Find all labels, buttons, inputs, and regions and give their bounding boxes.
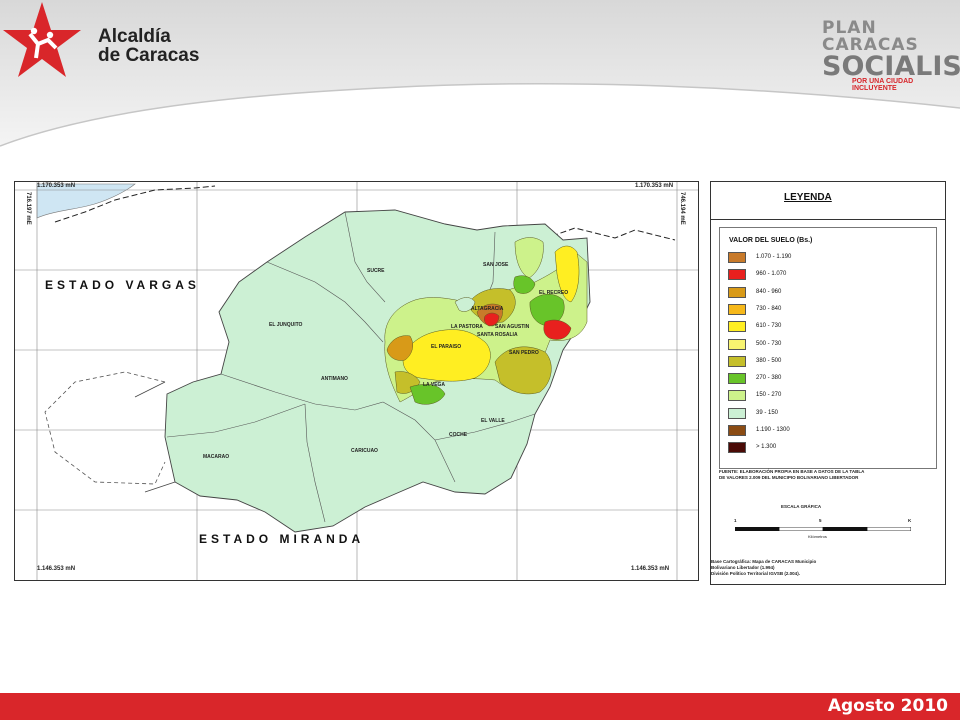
state-label-south: ESTADO MIRANDA (199, 532, 365, 546)
legend-item: 1.070 - 1.190 (728, 252, 928, 264)
legend-label: 1.190 - 1300 (756, 427, 790, 433)
footer-bar: Agosto 2010 (0, 693, 960, 720)
plan-logo: PLAN CARACAS SOCIALISTA POR UNA CIUDAD I… (822, 18, 960, 93)
legend-title: LEYENDA (784, 192, 832, 203)
legend-swatch (728, 252, 746, 263)
footer-date: Agosto 2010 (827, 696, 948, 716)
legend-item: 960 - 1.070 (728, 269, 928, 281)
legend-label: 960 - 1.070 (756, 271, 787, 278)
state-label-north: ESTADO VARGAS (45, 278, 200, 292)
parish-label: SUCRE (367, 268, 385, 274)
legend-swatch (728, 338, 746, 350)
coord-top-left: 1.170.353 mN (37, 183, 76, 189)
plan-title: PLAN CARACAS (822, 18, 919, 55)
legend-label: > 1.300 (756, 444, 777, 451)
legend-swatch (728, 425, 746, 436)
legend-item: 39 - 150 (728, 407, 928, 420)
legend-swatch (728, 269, 746, 281)
coord-right-vertical: 746.194 mE (679, 192, 685, 225)
legend-swatch (728, 286, 746, 298)
legend-item: 1.190 - 1300 (728, 425, 928, 437)
legend-item: 730 - 840 (728, 303, 928, 316)
legend-swatch (728, 321, 746, 333)
legend-swatch (728, 355, 746, 367)
scale-unit: Kilómetros (808, 534, 827, 539)
parish-label: LA PASTORA (451, 324, 483, 330)
parish-label: LA VEGA (423, 382, 446, 388)
scale-title: ESCALA GRÁFICA (781, 504, 822, 509)
scale-tick: 1 (734, 518, 737, 523)
star-logo-icon (3, 2, 81, 77)
coord-bottom-right: 1.146.353 mN (631, 566, 670, 572)
coord-left-vertical: 716.197 mE (25, 192, 31, 225)
legend-swatch (728, 373, 746, 385)
parish-label: MACARAO (203, 454, 230, 460)
scale-tick: 5 (819, 518, 822, 523)
legend-box: VALOR DEL SUELO (Bs.) 1.070 - 1.190 960 -… (719, 227, 937, 469)
legend-source: FUENTE: ELABORACIÓN PROPIA EN BASE A DAT… (719, 469, 929, 481)
parish-label: EL RECREO (539, 290, 569, 296)
legend-label: 1.070 - 1.190 (756, 254, 792, 260)
parish-label: EL PARAISO (431, 344, 462, 350)
legend-label: 270 - 380 (756, 375, 782, 382)
legend-label: 500 - 730 (756, 340, 782, 347)
legend-label: 150 - 270 (756, 392, 782, 399)
parish-label: SAN JOSE (483, 262, 509, 268)
legend-item: 610 - 730 (728, 321, 928, 333)
legend-swatch (728, 303, 746, 315)
legend-label: 380 - 500 (756, 357, 782, 364)
base-cartography: Base Cartográfica: Mapa de CARACAS Munic… (711, 559, 821, 577)
coord-bottom-left: 1.146.353 mN (37, 566, 76, 572)
org-name-line1: Alcaldía (98, 26, 171, 47)
parish-label: COCHE (449, 432, 468, 438)
legend-title-box: LEYENDA (711, 182, 945, 220)
map-panel: 1.170.353 mN 1.170.353 mN 1.146.353 mN 1… (14, 181, 699, 581)
source-line2: DE VALORES 2.009 DEL MUNICIPIO BOLIVARIA… (719, 475, 859, 480)
land-value-map (15, 182, 698, 580)
parish-label: CARICUAO (351, 448, 378, 454)
sea-area (36, 183, 136, 219)
legend-item: 500 - 730 (728, 338, 928, 351)
legend-item: 150 - 270 (728, 390, 928, 402)
legend-swatch (728, 442, 746, 454)
parish-label: SAN PEDRO (509, 350, 539, 356)
parish-label: EL VALLE (481, 418, 505, 424)
legend-item: > 1.300 (728, 442, 928, 454)
parish-label: ALTAGRACIA (471, 306, 504, 312)
parish-label: SAN AGUSTIN (495, 324, 530, 330)
header-background (0, 0, 960, 150)
legend-heading: VALOR DEL SUELO (Bs.) (729, 237, 813, 244)
org-logo-text: Alcaldía de Caracas (98, 27, 199, 65)
legend-label: 730 - 840 (756, 305, 782, 312)
legend-label: 39 - 150 (756, 409, 779, 416)
scale-bar (735, 527, 911, 531)
header: Alcaldía de Caracas PLAN CARACAS SOCIALI… (0, 0, 960, 150)
parish-label: EL JUNQUITO (269, 322, 303, 328)
legend-label: 610 - 730 (756, 323, 782, 330)
legend-item: 270 - 380 (728, 373, 928, 385)
coord-top-right: 1.170.353 mN (635, 183, 674, 189)
plan-subtitle: SOCIALISTA (822, 51, 960, 82)
base-line3: División Político Territorial IGVSB (2.0… (711, 571, 800, 576)
legend-swatch (728, 390, 746, 402)
parish-label: SANTA ROSALIA (477, 332, 518, 338)
legend-label: 840 - 960 (756, 288, 782, 295)
legend-item: 380 - 500 (728, 355, 928, 368)
scale-tick: K (908, 518, 912, 523)
legend-swatch (728, 407, 746, 419)
parish-label: ANTIMANO (321, 376, 348, 382)
org-name-line2: de Caracas (98, 45, 200, 66)
legend-panel: LEYENDA VALOR DEL SUELO (Bs.) 1.070 - 1.… (710, 181, 946, 585)
legend-item: 840 - 960 (728, 286, 928, 299)
